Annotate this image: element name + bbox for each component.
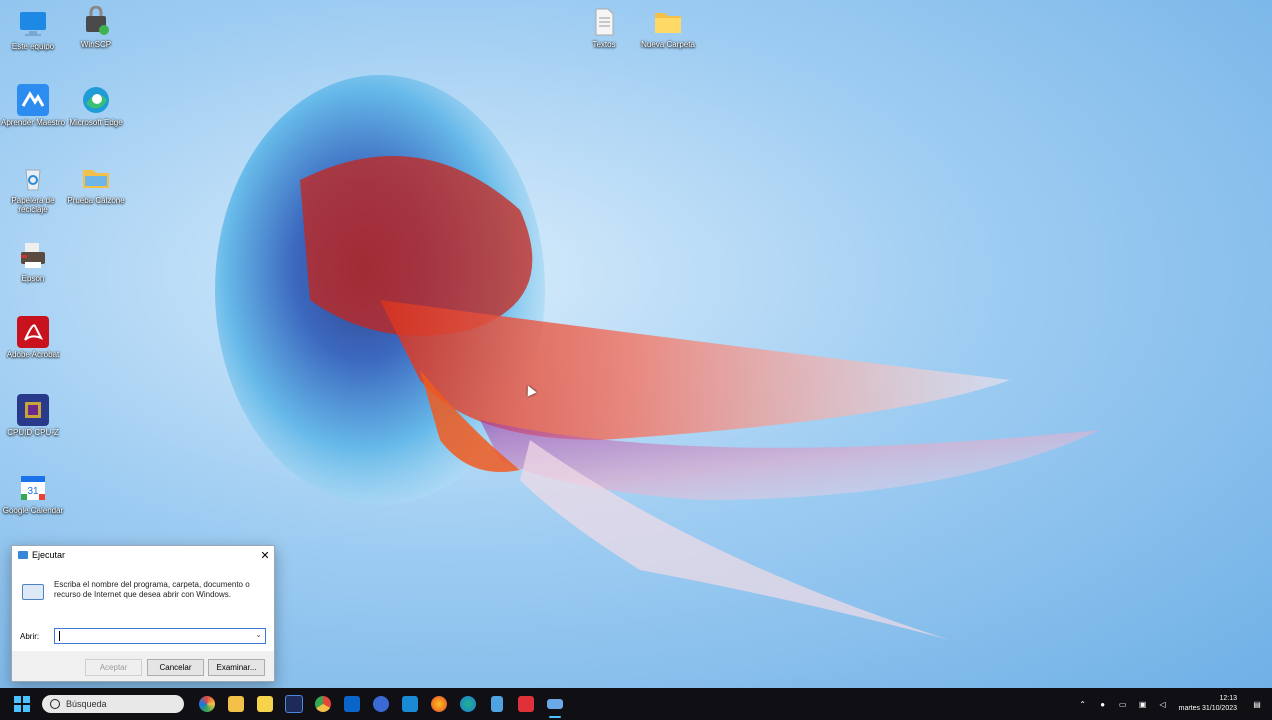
desktop-icon-prueba-calzone[interactable]: Prueba Calzone [63, 162, 129, 205]
desktop-icon-label: WinSCP [80, 40, 112, 49]
taskbar-app[interactable] [395, 688, 424, 720]
winscp-icon [80, 5, 112, 38]
run-icon [22, 584, 44, 600]
desktop-icon-epson[interactable]: Epson [0, 240, 66, 283]
vscode-icon [401, 696, 418, 712]
desktop-icon-label: Nueva Carpeta [641, 40, 695, 49]
keyboard-icon[interactable]: ▭ [1116, 700, 1130, 709]
taskbar-app[interactable] [424, 688, 453, 720]
run-dialog-titlebar[interactable]: Ejecutar ✕ [12, 546, 274, 564]
desktop-icon-cpuz[interactable]: CPUID CPU-Z [0, 394, 66, 437]
taskbar-app[interactable] [221, 688, 250, 720]
desktop-icon-adobe-acrobat[interactable]: Adobe Acrobat [0, 316, 66, 359]
desktop-icon-microsoft-edge[interactable]: Microsoft Edge [63, 84, 129, 127]
acrobat-icon [17, 316, 49, 348]
app-icon [517, 696, 534, 712]
chrome-icon [314, 696, 331, 712]
store-icon [256, 696, 273, 712]
computer-icon [17, 8, 49, 40]
open-label: Abrir: [20, 632, 40, 641]
desktop-icon-papelera[interactable]: Papelera de reciclaje [0, 162, 66, 214]
desktop-icon-winscp[interactable]: WinSCP [63, 5, 129, 49]
chevron-down-icon[interactable]: ⌄ [255, 630, 262, 639]
chevron-up-icon[interactable]: ⌃ [1076, 700, 1090, 709]
run-icon [546, 699, 563, 709]
windows-logo-icon [14, 696, 21, 703]
desktop-icon-google-calendar[interactable]: 31 Google Calendar [0, 472, 66, 515]
run-icon [18, 551, 28, 559]
taskbar-app[interactable] [453, 688, 482, 720]
taskbar: Búsqueda ⌃ ● ▭ ▣ ◁ 12:13 martes 31/10/20… [0, 688, 1272, 720]
text-file-icon [588, 6, 620, 38]
folder-icon [652, 6, 684, 38]
outlook-icon [343, 696, 360, 712]
browse-button[interactable]: Examinar... [208, 659, 265, 676]
search-icon [50, 699, 60, 709]
folder-icon [80, 162, 112, 194]
volume-icon[interactable]: ◁ [1156, 700, 1170, 709]
cancel-button[interactable]: Cancelar [147, 659, 204, 676]
open-input[interactable]: ⌄ [54, 628, 266, 644]
file-explorer-icon [227, 696, 244, 712]
desktop-icon-aprender-maestro[interactable]: Aprender Maestro [0, 84, 66, 127]
run-dialog-body: Escriba el nombre del programa, carpeta,… [12, 564, 274, 681]
run-dialog-title: Ejecutar [32, 550, 66, 560]
taskbar-search[interactable]: Búsqueda [42, 695, 184, 713]
calendar-icon: 31 [17, 472, 49, 504]
desktop-icon-textos[interactable]: Textos [571, 6, 637, 49]
colorful-app-icon [198, 696, 215, 712]
desktop-icon-este-equipo[interactable]: Este equipo [0, 8, 66, 51]
desktop-icon-label: Epson [21, 274, 45, 283]
taskbar-app[interactable] [366, 688, 395, 720]
taskbar-app[interactable] [250, 688, 279, 720]
desktop-icon-label: Adobe Acrobat [6, 350, 60, 359]
svg-text:31: 31 [27, 486, 39, 497]
clock-date: martes 31/10/2023 [1178, 705, 1237, 712]
firefox-icon [430, 696, 447, 712]
cpuz-icon [17, 394, 49, 426]
edge-icon [459, 696, 476, 712]
network-icon[interactable]: ▣ [1136, 700, 1150, 709]
edge-icon [80, 84, 112, 116]
taskbar-app[interactable] [511, 688, 540, 720]
desktop-icon-label: Este equipo [11, 42, 55, 51]
desktop-icon-label: Textos [592, 40, 616, 49]
desktop-icon-label: Aprender Maestro [0, 118, 66, 127]
taskbar-app[interactable] [192, 688, 221, 720]
search-placeholder: Búsqueda [66, 699, 107, 709]
taskbar-app[interactable] [279, 688, 308, 720]
desktop-icon-nueva-carpeta[interactable]: Nueva Carpeta [635, 6, 701, 49]
desktop-icon-label: Papelera de reciclaje [11, 196, 55, 214]
printer-icon [17, 240, 49, 272]
clock[interactable]: 12:13 martes 31/10/2023 [1179, 694, 1237, 714]
taskbar-apps [192, 688, 569, 720]
app-icon [17, 84, 49, 116]
notepad-icon [490, 696, 503, 712]
desktop-icon-label: Microsoft Edge [69, 118, 123, 127]
photoshop-icon [284, 695, 303, 713]
clock-time: 12:13 [1219, 695, 1237, 702]
microphone-icon[interactable]: ● [1096, 700, 1110, 709]
run-dialog-description: Escriba el nombre del programa, carpeta,… [54, 580, 250, 599]
taskbar-app[interactable] [308, 688, 337, 720]
system-tray: ⌃ ● ▭ ▣ ◁ 12:13 martes 31/10/2023 ▤ [1073, 694, 1272, 714]
app-icon [372, 696, 389, 712]
close-button[interactable]: ✕ [256, 549, 274, 562]
text-caret [59, 631, 60, 641]
start-button[interactable] [14, 696, 30, 712]
desktop[interactable]: Este equipo WinSCP Aprender Maestro Micr… [0, 0, 1272, 688]
accept-button[interactable]: Aceptar [85, 659, 142, 676]
run-dialog-button-bar: Aceptar Cancelar Examinar... [12, 651, 274, 681]
recycle-bin-icon [17, 162, 49, 194]
desktop-icon-label: Google Calendar [2, 506, 64, 515]
notification-icon[interactable]: ▤ [1250, 700, 1264, 709]
desktop-icon-label: Prueba Calzone [67, 196, 125, 205]
run-dialog: Ejecutar ✕ Escriba el nombre del program… [11, 545, 275, 682]
desktop-icon-label: CPUID CPU-Z [7, 428, 59, 437]
taskbar-app[interactable] [482, 688, 511, 720]
taskbar-app-run[interactable] [540, 688, 569, 720]
taskbar-app[interactable] [337, 688, 366, 720]
